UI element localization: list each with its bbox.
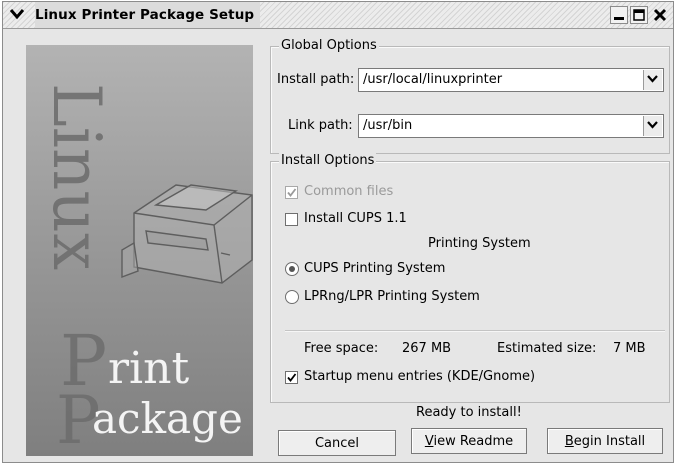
lprng-printing-system-radio[interactable]: [285, 290, 299, 304]
free-space-label: Free space:: [304, 341, 379, 356]
estimated-size-label: Estimated size:: [497, 341, 597, 356]
common-files-checkbox[interactable]: [285, 186, 298, 199]
banner-rint-text: rint: [108, 343, 189, 394]
free-space-value: 267 MB: [402, 341, 452, 356]
radio-selected-dot: [289, 266, 295, 272]
minimize-icon: [614, 17, 624, 20]
estimated-size-value: 7 MB: [613, 341, 646, 356]
install-cups-label: Install CUPS 1.1: [304, 211, 407, 226]
title-bar[interactable]: Linux Printer Package Setup: [3, 2, 673, 29]
printer-illustration: [121, 184, 253, 284]
link-path-combo[interactable]: /usr/bin: [358, 114, 664, 138]
cancel-button[interactable]: Cancel: [278, 430, 396, 456]
global-options-group: Global Options Install path: /usr/local/…: [270, 38, 670, 154]
close-icon: [653, 8, 667, 22]
link-path-dropdown-button[interactable]: [643, 116, 662, 136]
close-button[interactable]: [651, 6, 669, 24]
view-readme-label: iew Readme: [433, 434, 514, 449]
banner-linux-text: Linux: [38, 83, 115, 270]
view-readme-button[interactable]: View Readme: [411, 428, 527, 454]
install-path-dropdown-button[interactable]: [643, 70, 662, 90]
install-cups-checkbox[interactable]: [285, 213, 298, 226]
chevron-down-icon: [647, 75, 658, 83]
checkmark-icon: [287, 188, 297, 197]
link-path-label: Link path:: [288, 118, 353, 133]
cups-printing-system-radio[interactable]: [285, 262, 299, 276]
begin-install-label: egin Install: [573, 434, 646, 449]
common-files-label: Common files: [304, 184, 394, 199]
lprng-printing-system-label: LPRng/LPR Printing System: [304, 289, 480, 304]
options-panel: Global Options Install path: /usr/local/…: [266, 38, 672, 462]
status-text: Ready to install!: [416, 405, 522, 420]
cancel-button-label: Cancel: [314, 436, 360, 451]
install-options-group: Install Options Common files Install CUP…: [270, 153, 670, 403]
install-path-value: /usr/local/linuxprinter: [363, 72, 503, 87]
chevron-down-icon: [647, 121, 658, 129]
global-options-legend: Global Options: [279, 38, 379, 54]
begin-install-button[interactable]: Begin Install: [547, 428, 663, 454]
link-path-value: /usr/bin: [363, 118, 413, 133]
printing-system-label: Printing System: [428, 236, 531, 251]
divider: [285, 330, 665, 332]
install-path-combo[interactable]: /usr/local/linuxprinter: [358, 68, 664, 92]
install-options-legend: Install Options: [279, 153, 377, 169]
linux-print-package-banner: Linux P rint P ackage: [26, 45, 253, 456]
chevron-down-icon[interactable]: [9, 6, 25, 22]
begin-install-mnemonic: B: [564, 434, 574, 449]
cups-printing-system-label: CUPS Printing System: [304, 261, 446, 276]
banner-ackage-text: ackage: [92, 394, 243, 443]
maximize-button[interactable]: [630, 6, 648, 24]
install-path-label: Install path:: [277, 72, 355, 87]
minimize-button[interactable]: [610, 6, 628, 24]
banner-art: Linux P rint P ackage: [38, 83, 253, 456]
startup-menu-checkbox[interactable]: [285, 371, 298, 384]
startup-menu-label: Startup menu entries (KDE/Gnome): [304, 369, 536, 384]
window-title: Linux Printer Package Setup: [35, 2, 261, 28]
maximize-icon: [633, 9, 645, 21]
checkmark-icon: [287, 373, 297, 382]
setup-window: Linux Printer Package Setup Linux P rint…: [2, 1, 674, 463]
